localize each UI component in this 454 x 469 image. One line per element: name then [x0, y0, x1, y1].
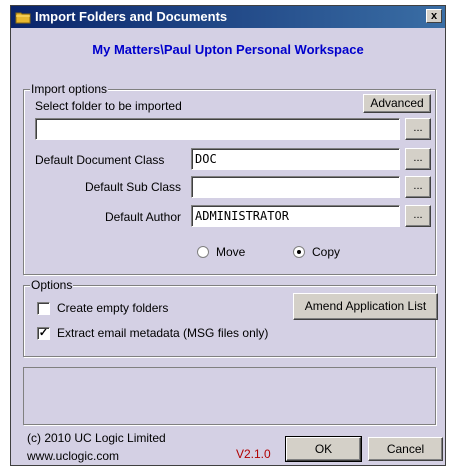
radio-selected-dot: [297, 250, 301, 254]
title-bar[interactable]: Import Folders and Documents x: [11, 6, 445, 28]
move-label[interactable]: Move: [216, 245, 245, 259]
folder-path-input[interactable]: [35, 118, 400, 140]
doc-class-input[interactable]: DOC: [191, 148, 400, 170]
browse-doc-class-button[interactable]: ...: [405, 148, 431, 170]
status-panel: [23, 367, 436, 425]
browse-sub-class-button[interactable]: ...: [405, 176, 431, 198]
browse-author-button[interactable]: ...: [405, 205, 431, 227]
import-options-label: Import options: [30, 82, 109, 96]
browse-folder-button[interactable]: ...: [405, 118, 431, 140]
version-text: V2.1.0: [236, 447, 271, 461]
doc-class-label: Default Document Class: [35, 153, 165, 167]
create-empty-checkbox[interactable]: [37, 302, 50, 315]
ok-button[interactable]: OK: [285, 436, 362, 462]
advanced-button[interactable]: Advanced: [363, 94, 431, 113]
cancel-button[interactable]: Cancel: [368, 437, 443, 461]
amend-application-list-button[interactable]: Amend Application List: [293, 293, 438, 320]
import-dialog: Import Folders and Documents x My Matter…: [10, 5, 446, 466]
extract-email-label[interactable]: Extract email metadata (MSG files only): [57, 326, 268, 340]
author-label: Default Author: [104, 210, 181, 224]
copy-radio[interactable]: [293, 246, 305, 258]
author-input[interactable]: ADMINISTRATOR: [191, 205, 400, 227]
extract-email-checkbox[interactable]: ✓: [37, 327, 50, 340]
close-button[interactable]: x: [426, 9, 442, 23]
window-title: Import Folders and Documents: [35, 9, 228, 24]
move-radio[interactable]: [197, 246, 209, 258]
sub-class-label: Default Sub Class: [84, 180, 181, 194]
copy-label[interactable]: Copy: [312, 245, 340, 259]
copyright-text: (c) 2010 UC Logic Limited: [27, 431, 166, 445]
create-empty-label[interactable]: Create empty folders: [57, 301, 168, 315]
workspace-path: My Matters\Paul Upton Personal Workspace: [92, 42, 364, 57]
folder-icon: [15, 12, 31, 24]
options-label: Options: [30, 278, 74, 292]
sub-class-input[interactable]: [191, 176, 400, 198]
website-link[interactable]: www.uclogic.com: [27, 449, 119, 463]
select-folder-label: Select folder to be imported: [35, 99, 182, 113]
